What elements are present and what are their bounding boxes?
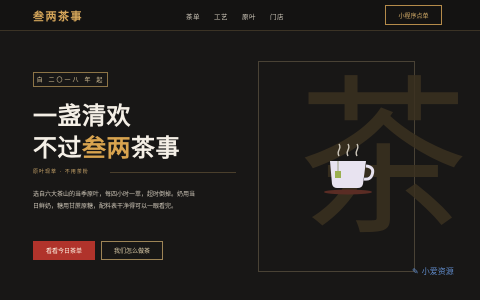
view-today-menu-button[interactable]: 看看今日茶单 xyxy=(33,241,95,260)
main-nav: 茶单 工艺 原叶 门店 xyxy=(186,11,284,21)
mini-program-order-button[interactable]: 小程序点单 xyxy=(385,5,442,25)
tagline-divider xyxy=(110,172,236,173)
watermark-text: 小爱资源 xyxy=(421,267,454,276)
since-badge: 自 二〇一八 年 起 xyxy=(33,72,108,87)
watermark-icon: ✎ xyxy=(412,267,419,276)
brand-logo[interactable]: 叁两茶事 xyxy=(33,8,83,24)
nav-item-menu[interactable]: 茶单 xyxy=(186,11,200,21)
hero-title-prefix: 不过 xyxy=(33,134,82,162)
watermark: ✎ 小爱资源 xyxy=(412,266,454,277)
hero-description: 选自六大茶山的当季原叶，每四小时一萃，超时倒掉。奶用当日鲜奶，糖用甘蔗原糖，配料… xyxy=(33,191,196,210)
hero-title-line-2: 不过叁两茶事 xyxy=(33,128,180,163)
hero-title-line-1: 一盏清欢 xyxy=(33,102,131,130)
tea-cup-illustration xyxy=(324,143,375,195)
how-we-make-tea-button[interactable]: 我们怎么做茶 xyxy=(101,241,163,260)
hero-tagline: 原叶现萃 · 不用茶粉 xyxy=(33,169,89,175)
top-navigation-bar: 叁两茶事 茶单 工艺 原叶 门店 小程序点单 xyxy=(0,0,480,31)
nav-item-leaf[interactable]: 原叶 xyxy=(242,11,256,21)
nav-item-stores[interactable]: 门店 xyxy=(270,11,284,21)
hero-title-suffix: 茶事 xyxy=(131,134,180,162)
hero-title-accent: 叁两 xyxy=(82,134,131,162)
nav-item-craft[interactable]: 工艺 xyxy=(214,11,228,21)
